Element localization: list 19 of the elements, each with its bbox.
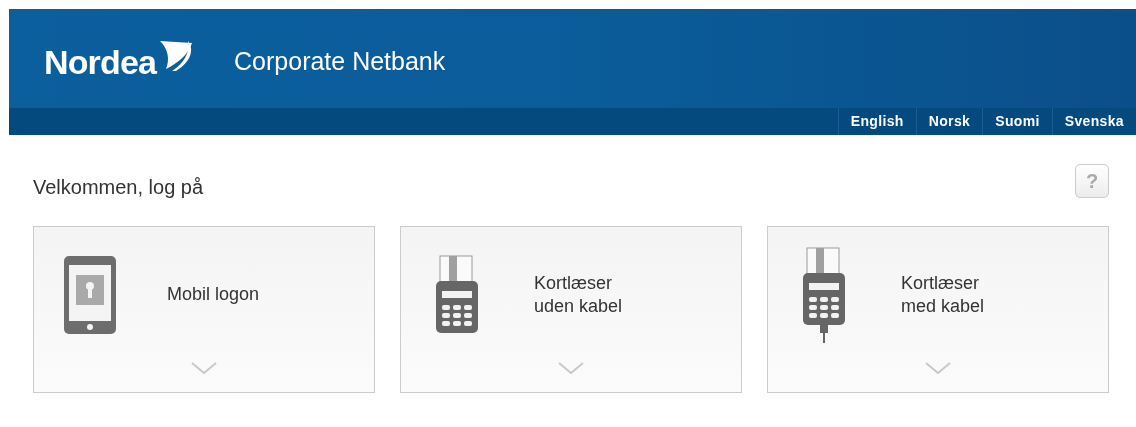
login-option-card[interactable]: Kortlæser uden kabel (400, 226, 742, 393)
option-label: Mobil logon (167, 283, 260, 306)
chevron-down-icon (925, 362, 951, 374)
card-reader-cable-icon (802, 246, 846, 343)
option-label: Kortlæser med kabel (901, 271, 985, 318)
language-link[interactable]: Svenska (1051, 108, 1136, 135)
login-option-card[interactable]: Kortlæser med kabel (767, 226, 1109, 393)
nordea-logo: Nordea (44, 44, 157, 79)
language-link[interactable]: Suomi (982, 108, 1052, 135)
chevron-down-icon (558, 362, 584, 374)
app-title: Corporate Netbank (234, 45, 446, 77)
language-link[interactable]: English (837, 108, 916, 135)
login-option-card[interactable]: Mobil logon (33, 226, 375, 393)
chevron-down-icon (191, 362, 217, 374)
page-heading: Velkommen, log på (33, 175, 204, 200)
option-label: Kortlæser uden kabel (534, 271, 623, 318)
card-reader-icon (435, 254, 479, 335)
phone-lock-icon (63, 254, 117, 335)
language-link[interactable]: Norsk (915, 108, 983, 135)
